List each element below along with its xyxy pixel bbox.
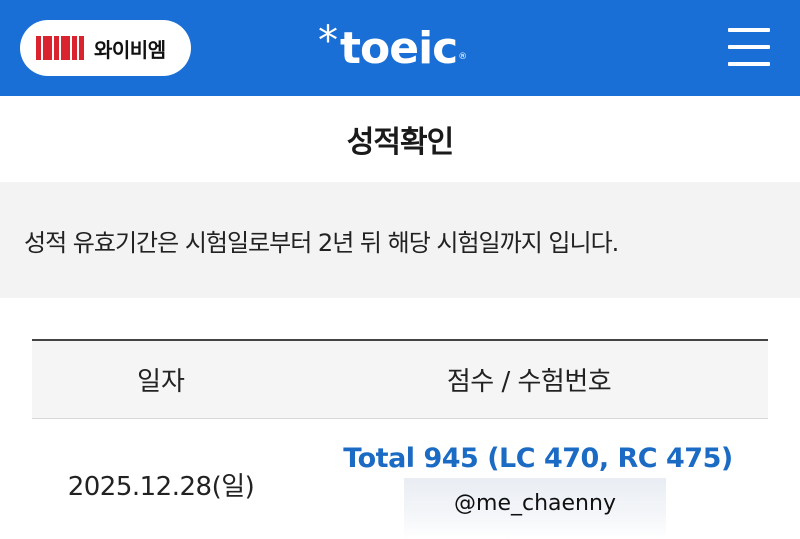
score-table: 일자 점수 / 수험번호 2025.12.28(일) Total 945 (LC… xyxy=(32,339,768,539)
table-row: 2025.12.28(일) Total 945 (LC 470, RC 475)… xyxy=(32,419,768,539)
exam-number-box: @me_chaenny xyxy=(404,478,666,539)
ybm-logo-text: 와이비엠 xyxy=(94,37,166,62)
column-header-score: 점수 / 수험번호 xyxy=(446,367,612,397)
toeic-logo-text: toeic xyxy=(340,22,458,74)
site-header: 와이비엠 * toeic ® xyxy=(0,0,800,96)
column-header-date: 일자 xyxy=(137,367,185,397)
hamburger-menu-icon[interactable] xyxy=(728,26,772,68)
toeic-logo[interactable]: * toeic ® xyxy=(318,20,467,76)
page-title: 성적확인 xyxy=(346,125,454,160)
registered-mark: ® xyxy=(458,52,468,62)
table-header: 일자 점수 / 수험번호 xyxy=(32,341,768,419)
test-date-cell: 2025.12.28(일) xyxy=(67,471,255,502)
score-cell: Total 945 (LC 470, RC 475) @me_chaenny xyxy=(290,419,768,539)
ybm-logo[interactable]: 와이비엠 xyxy=(20,20,191,76)
ybm-mark-icon xyxy=(36,36,86,60)
validity-notice: 성적 유효기간은 시험일로부터 2년 뒤 해당 시험일까지 입니다. xyxy=(0,182,800,298)
exam-number-text: @me_chaenny xyxy=(454,491,616,516)
total-score-link[interactable]: Total 945 (LC 470, RC 475) xyxy=(338,443,738,474)
toeic-star-icon: * xyxy=(318,18,338,64)
